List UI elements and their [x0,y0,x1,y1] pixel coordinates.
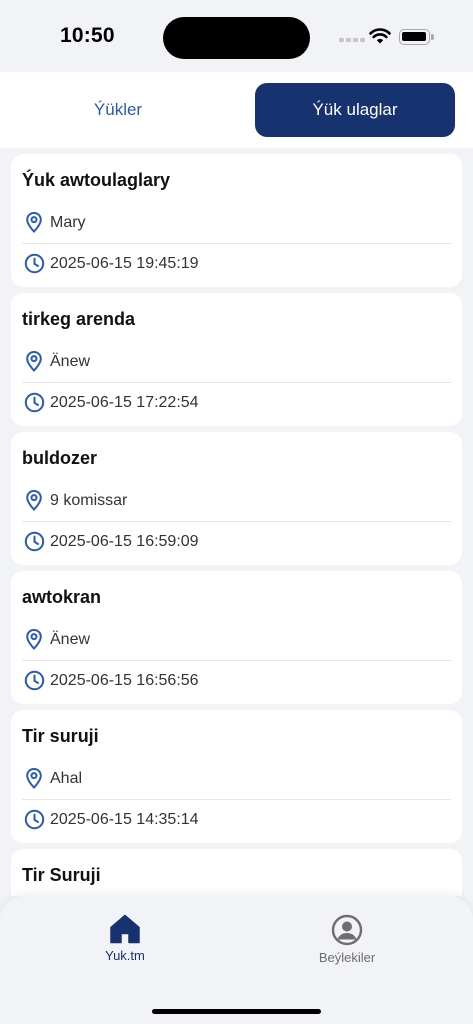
location-text: Mary [50,213,86,231]
location-row: 9 komissar [23,490,127,511]
location-row: Änew [23,629,90,650]
card-title: Ýuk awtoulaglary [22,170,171,190]
datetime-row: 2025-06-15 16:56:56 [23,670,199,691]
location-pin-icon [23,212,45,233]
datetime-text: 2025-06-15 14:35:14 [50,810,199,828]
datetime-row: 2025-06-15 19:45:19 [23,253,199,274]
card-title: buldozer [22,448,97,468]
divider [22,660,451,661]
card-title: tirkeg arenda [22,309,136,329]
divider [22,799,451,800]
datetime-row: 2025-06-15 14:35:14 [23,809,199,830]
nav-item-home[interactable]: Yuk.tm [55,914,195,963]
segmented-tabs: Ýükler Ýük ulaglar [0,72,473,148]
datetime-text: 2025-06-15 16:59:09 [50,532,199,550]
list-item[interactable]: Ýuk awtoulaglary Mary 2025-06-15 19:45:1… [11,154,462,287]
card-title: Tir Suruji [22,865,101,885]
list-item[interactable]: Tir suruji Ahal 2025-06-15 14:35:14 [11,710,462,843]
nav-label-others: Beýlekiler [318,950,376,965]
clock-icon [23,531,45,552]
location-text: Änew [50,352,91,370]
clock-icon [23,392,45,413]
location-row: Mary [23,212,86,233]
bottom-navigation: Yuk.tm Beýlekiler [0,896,473,1024]
location-pin-icon [23,351,45,372]
vehicle-list: Ýuk awtoulaglary Mary 2025-06-15 19:45:1… [0,148,473,896]
app-screen: 10:50 Ýükler Ýük ulaglar Ýuk awtoulaglar… [0,0,473,1024]
cellular-signal-icon [339,38,365,42]
location-pin-icon [23,490,45,511]
list-item[interactable]: awtokran Änew 2025-06-15 16:56:56 [11,571,462,704]
divider [22,243,451,244]
list-item[interactable]: buldozer 9 komissar 2025-06-15 16:59:09 [11,432,462,565]
divider [22,521,451,522]
location-row: Ahal [23,768,82,789]
nav-item-others[interactable]: Beýlekiler [277,914,417,965]
location-text: 9 komissar [50,491,128,509]
tab-yukler[interactable]: Ýükler [10,83,226,137]
tab-yuk-ulaglar[interactable]: Ýük ulaglar [255,83,455,137]
clock-icon [23,253,45,274]
location-text: Ahal [50,769,83,787]
home-icon [110,914,140,944]
datetime-row: 2025-06-15 16:59:09 [23,531,199,552]
divider [22,382,451,383]
location-row: Änew [23,351,90,372]
location-pin-icon [23,768,45,789]
list-item[interactable]: tirkeg arenda Änew 2025-06-15 17:22:54 [11,293,462,426]
list-item[interactable]: Tir Suruji [11,849,462,896]
dynamic-island [163,17,310,59]
datetime-text: 2025-06-15 17:22:54 [50,393,199,411]
clock-icon [23,670,45,691]
clock-icon [23,809,45,830]
card-title: Tir suruji [22,726,99,746]
status-bar: 10:50 [0,0,473,72]
profile-icon [331,914,363,946]
datetime-text: 2025-06-15 16:56:56 [50,671,199,689]
home-indicator [152,1009,321,1014]
battery-icon [399,29,434,45]
location-text: Änew [50,630,91,648]
nav-label-home: Yuk.tm [105,948,145,963]
datetime-row: 2025-06-15 17:22:54 [23,392,199,413]
wifi-icon [369,28,391,44]
status-time: 10:50 [60,24,115,47]
datetime-text: 2025-06-15 19:45:19 [50,254,199,272]
location-pin-icon [23,629,45,650]
card-title: awtokran [22,587,102,607]
